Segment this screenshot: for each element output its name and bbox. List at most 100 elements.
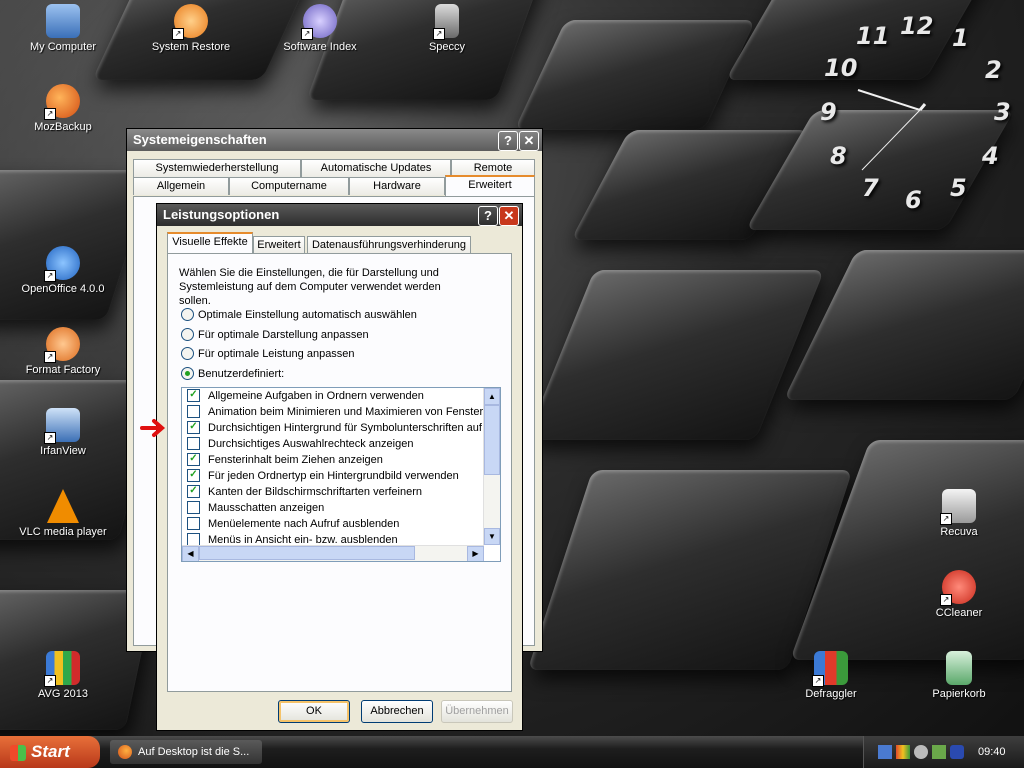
radio-custom[interactable]: Benutzerdefiniert: (181, 366, 284, 381)
tab-computername[interactable]: Computername (229, 177, 349, 195)
taskbar-button[interactable]: Auf Desktop ist die S... (110, 740, 262, 764)
scroll-up-icon[interactable]: ▲ (484, 388, 500, 405)
help-button[interactable]: ? (498, 131, 518, 151)
red-arrow-icon (140, 419, 166, 437)
desktop-icon-system-restore[interactable]: ↗ System Restore (143, 4, 239, 53)
checkbox-label: Durchsichtiges Auswahlrechteck anzeigen (208, 438, 414, 450)
checkbox[interactable] (187, 436, 200, 450)
radio-best-appearance[interactable]: Für optimale Darstellung anpassen (181, 327, 369, 342)
radio-circle-selected (181, 366, 194, 380)
software-index-icon: ↗ (301, 4, 337, 40)
desktop-icon-mozbackup[interactable]: ↗ MozBackup (15, 84, 111, 133)
desktop-icon-openoffice[interactable]: ↗ OpenOffice 4.0.0 (15, 246, 111, 295)
checkbox[interactable]: ✓ (187, 452, 200, 466)
radio-best-performance[interactable]: Für optimale Leistung anpassen (181, 346, 355, 361)
list-item[interactable]: ✓ Fensterinhalt beim Ziehen anzeigen (187, 452, 383, 468)
desktop-icon-label: IrfanView (40, 445, 86, 457)
performance-options-window: Leistungsoptionen ? ✕ Visuelle Effekte E… (156, 203, 523, 731)
clock-number: 9 (820, 98, 837, 126)
tab-automatische-updates[interactable]: Automatische Updates (301, 159, 451, 177)
horizontal-scrollbar[interactable]: ◀ ▶ (182, 545, 484, 561)
desktop-icon-ccleaner[interactable]: ↗ CCleaner (911, 570, 1007, 619)
irfanview-icon: ↗ (44, 408, 80, 444)
desktop-icon-label: My Computer (29, 41, 97, 53)
desktop-icon-label: AVG 2013 (38, 688, 88, 700)
vertical-scrollbar[interactable]: ▲ ▼ (483, 388, 500, 545)
tray-clock[interactable]: 09:40 (978, 736, 1006, 768)
desktop-icon-software-index[interactable]: ↗ Software Index (272, 4, 368, 53)
close-button[interactable]: ✕ (519, 131, 539, 151)
tab-erweitert[interactable]: Erweitert (253, 236, 305, 254)
checkbox-label: Mausschatten anzeigen (208, 502, 325, 514)
volume-icon[interactable] (914, 745, 928, 759)
tab-systemwiederherstellung[interactable]: Systemwiederherstellung (133, 159, 301, 177)
clock-number: 2 (985, 56, 1002, 84)
desktop-icon-format-factory[interactable]: ↗ Format Factory (15, 327, 111, 376)
list-item[interactable]: Animation beim Minimieren und Maximieren… (187, 404, 490, 420)
list-item[interactable]: Mausschatten anzeigen (187, 500, 325, 516)
desktop-icon-defraggler[interactable]: ↗ Defraggler (783, 651, 879, 700)
checkbox-label: Animation beim Minimieren und Maximieren… (208, 406, 490, 418)
tab-erweitert[interactable]: Erweitert (445, 175, 535, 196)
desktop-icon-irfanview[interactable]: ↗ IrfanView (15, 408, 111, 457)
list-item[interactable]: Durchsichtiges Auswahlrechteck anzeigen (187, 436, 414, 452)
checkbox[interactable]: ✓ (187, 388, 200, 402)
window-title: Systemeigenschaften (133, 132, 267, 147)
list-item[interactable]: ✓ Kanten der Bildschirmschriftarten verfe… (187, 484, 422, 500)
desktop-icon-speccy[interactable]: ↗ Speccy (399, 4, 495, 53)
checkbox-label: Durchsichtigen Hintergrund für Symbolunt… (208, 422, 492, 434)
desktop-icon-recycle-bin[interactable]: Papierkorb (911, 651, 1007, 700)
safely-remove-icon[interactable] (932, 745, 946, 759)
desktop-icon-my-computer[interactable]: My Computer (15, 4, 111, 53)
checkbox[interactable] (187, 532, 200, 546)
scroll-left-icon[interactable]: ◀ (182, 546, 199, 561)
description-text: Wählen Sie die Einstellungen, die für Da… (179, 267, 441, 307)
tab-allgemein[interactable]: Allgemein (133, 177, 229, 195)
network-icon[interactable] (878, 745, 892, 759)
radio-auto[interactable]: Optimale Einstellung automatisch auswähl… (181, 307, 417, 322)
list-item[interactable]: ✓ Für jeden Ordnertyp ein Hintergrundbild… (187, 468, 459, 484)
ok-button[interactable]: OK (278, 700, 350, 723)
tab-hardware[interactable]: Hardware (349, 177, 445, 195)
checkbox[interactable] (187, 516, 200, 530)
clock-hands (857, 89, 927, 171)
cancel-button[interactable]: Abbrechen (361, 700, 433, 723)
system-restore-icon: ↗ (172, 4, 208, 40)
title-bar: Leistungsoptionen ? ✕ (157, 204, 522, 226)
checkbox[interactable]: ✓ (187, 420, 200, 434)
radio-label: Optimale Einstellung automatisch auswähl… (198, 309, 417, 321)
speccy-tray-icon[interactable] (896, 745, 910, 759)
desktop-icon-avg[interactable]: ↗ AVG 2013 (15, 651, 111, 700)
help-button[interactable]: ? (478, 206, 498, 226)
scroll-thumb[interactable] (484, 405, 500, 475)
list-item[interactable]: ✓ Allgemeine Aufgaben in Ordnern verwende… (187, 388, 424, 404)
close-button[interactable]: ✕ (499, 206, 519, 226)
apply-button[interactable]: Übernehmen (441, 700, 513, 723)
scroll-down-icon[interactable]: ▼ (484, 528, 500, 545)
list-item[interactable]: ✓ Durchsichtigen Hintergrund für Symbolun… (187, 420, 492, 436)
desktop-icon-vlc[interactable]: VLC media player (15, 489, 111, 538)
desktop-icon-label: Format Factory (25, 364, 101, 376)
tab-panel: Wählen Sie die Einstellungen, die für Da… (167, 253, 512, 692)
checkbox[interactable]: ✓ (187, 484, 200, 498)
checkbox-label: Für jeden Ordnertyp ein Hintergrundbild … (208, 470, 459, 482)
desktop-icon-label: System Restore (151, 41, 231, 53)
windows-logo-icon (10, 744, 26, 761)
desktop-icon-label: Speccy (428, 41, 466, 53)
defraggler-icon: ↗ (812, 651, 848, 687)
scroll-thumb[interactable] (199, 546, 415, 560)
checkbox[interactable] (187, 500, 200, 514)
desktop-icon-label: CCleaner (935, 607, 983, 619)
radio-circle (181, 307, 194, 321)
scroll-right-icon[interactable]: ▶ (467, 546, 484, 561)
desktop-icon-recuva[interactable]: ↗ Recuva (911, 489, 1007, 538)
start-button[interactable]: Start (0, 736, 100, 768)
list-item[interactable]: Menüelemente nach Aufruf ausblenden (187, 516, 400, 532)
checkbox-label: Kanten der Bildschirmschriftarten verfei… (208, 486, 422, 498)
tab-visuelle-effekte[interactable]: Visuelle Effekte (167, 232, 253, 253)
shield-icon[interactable] (950, 745, 964, 759)
checkbox-label: Menüelemente nach Aufruf ausblenden (208, 518, 400, 530)
checkbox[interactable] (187, 404, 200, 418)
checkbox[interactable]: ✓ (187, 468, 200, 482)
tab-datenausfuehrungsverhinderung[interactable]: Datenausführungsverhinderung (307, 236, 471, 254)
